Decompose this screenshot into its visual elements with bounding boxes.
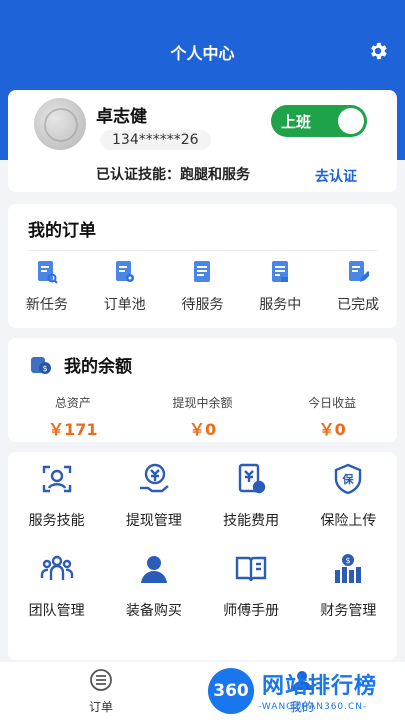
svg-text:$: $ [42,364,47,373]
gear-icon[interactable] [367,40,389,62]
divider [28,250,377,251]
finance-icon: $ [335,554,362,583]
order-to-serve[interactable]: 待服务 [164,260,242,314]
watermark-subtext: -WANGZHAN360.CN- [258,702,368,712]
finance-management[interactable]: $ 财务管理 [300,552,397,620]
service-label: 团队管理 [28,603,85,619]
team-management[interactable]: 团队管理 [8,552,105,620]
order-item-label: 已完成 [337,297,380,313]
balance-label: 总资产 [54,396,91,410]
list-icon [90,669,112,691]
doc-edit-icon [349,261,370,282]
service-label: 财务管理 [320,603,377,619]
balance-label: 提现中余额 [172,396,233,410]
service-label: 提现管理 [125,513,182,529]
page-title: 个人中心 [170,44,235,63]
order-item-label: 服务中 [259,297,302,313]
master-handbook[interactable]: 师傅手册 [203,552,300,620]
service-label: 服务技能 [28,513,85,529]
service-label: 保险上传 [320,513,377,529]
coin-hand-icon [139,463,169,493]
user-icon [140,556,167,583]
svg-text:$: $ [346,556,351,565]
face-scan-icon [42,465,71,493]
balance-value: ￥0 [188,420,217,439]
orders-title: 我的订单 [28,221,96,241]
total-assets[interactable]: 总资产 ￥171 [8,394,138,440]
team-icon [40,555,73,580]
shield-icon: 保 [335,463,362,495]
toggle-knob [338,108,364,134]
book-icon [235,556,267,582]
yen-doc-icon [238,463,266,494]
withdraw-management[interactable]: 提现管理 [105,462,202,530]
service-label: 装备购买 [125,603,182,619]
site-watermark: 360 网站排行榜 -WANGZHAN360.CN- [200,662,405,720]
order-new-task[interactable]: 新任务 [8,260,86,314]
balance-value: ￥0 [318,420,346,439]
tab-orders[interactable]: 订单 [61,668,141,715]
certify-link[interactable]: 去认证 [315,166,357,186]
service-label: 师傅手册 [223,603,280,619]
service-skills[interactable]: 服务技能 [8,462,105,530]
balance-label: 今日收益 [308,396,357,410]
phone-number: 134******26 [100,130,211,150]
insurance-upload[interactable]: 保 保险上传 [300,462,397,530]
balance-title: 我的余额 [64,357,132,377]
withdrawing-balance[interactable]: 提现中余额 ￥0 [138,394,268,440]
doc-list-icon [194,261,211,282]
certified-skills: 已认证技能：跑腿和服务 [96,167,250,183]
balance-card: $ 我的余额 总资产 ￥171 提现中余额 ￥0 今日收益 ￥0 [8,338,397,442]
work-status-toggle[interactable]: 上班 [271,105,367,137]
coin-stack-icon: $ [31,357,51,374]
skill-fees[interactable]: 技能费用 [203,462,300,530]
services-card: 服务技能 提现管理 技能费用 保 保险上传 团队管理 装备购买 师傅手册 $ 财… [8,452,397,660]
profile-card: 卓志健 134******26 已认证技能：跑腿和服务 去认证 上班 [8,90,397,192]
order-in-service[interactable]: 服务中 [241,260,319,314]
user-name: 卓志健 [96,107,147,127]
doc-gear-icon [115,261,134,282]
doc-pending-icon [272,261,289,282]
balance-value: ￥171 [48,420,98,439]
my-orders-card: 我的订单 新任务 订单池 待服务 服务中 已完成 [8,204,397,328]
watermark-text: 网站排行榜 [262,674,378,699]
order-item-label: 待服务 [181,297,224,313]
order-pool[interactable]: 订单池 [86,260,164,314]
equipment-purchase[interactable]: 装备购买 [105,552,202,620]
order-completed[interactable]: 已完成 [319,260,397,314]
tab-label: 订单 [88,700,113,714]
doc-search-icon [37,261,58,284]
today-earnings[interactable]: 今日收益 ￥0 [267,394,397,440]
order-item-label: 订单池 [103,297,146,313]
svg-text:保: 保 [342,472,355,486]
watermark-logo: 360 [208,668,254,714]
toggle-label: 上班 [281,113,312,131]
order-item-label: 新任务 [25,297,68,313]
avatar[interactable] [34,98,86,150]
service-label: 技能费用 [223,513,280,529]
